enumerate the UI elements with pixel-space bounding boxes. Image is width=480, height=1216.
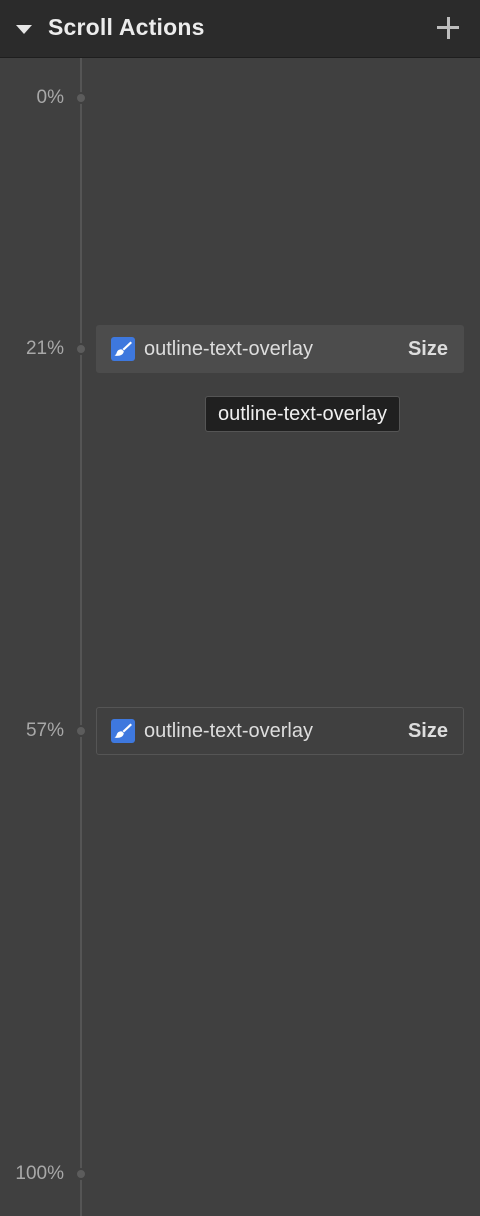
caret-down-icon (16, 25, 32, 34)
timeline-marker-3: 100% (0, 1162, 100, 1186)
scroll-actions-panel: Scroll Actions 0% 21% 57% 100% outline-t… (0, 0, 480, 1216)
marker-dot[interactable] (75, 1168, 87, 1180)
action-checkbox[interactable] (111, 719, 135, 743)
marker-label: 100% (15, 1163, 64, 1184)
panel-title: Scroll Actions (48, 14, 205, 40)
action-name-tooltip: outline-text-overlay (205, 396, 400, 432)
panel-header: Scroll Actions (0, 0, 480, 58)
collapse-toggle[interactable] (12, 18, 36, 40)
action-type-label: Size (407, 338, 448, 360)
timeline-marker-2: 57% (0, 719, 100, 743)
brush-icon (114, 723, 132, 738)
marker-label: 57% (25, 720, 64, 741)
timeline-marker-0: 0% (0, 86, 100, 110)
scroll-timeline: 0% 21% 57% 100% outline-text-overlay Siz… (0, 58, 480, 1216)
scroll-action-row-selected[interactable]: outline-text-overlay Size (96, 325, 464, 373)
marker-label: 0% (36, 87, 64, 108)
marker-dot[interactable] (75, 343, 87, 355)
marker-label: 21% (25, 338, 64, 359)
action-checkbox[interactable] (111, 337, 135, 361)
scroll-action-row[interactable]: outline-text-overlay Size (96, 707, 464, 755)
brush-icon (114, 341, 132, 356)
action-type-label: Size (407, 720, 448, 742)
marker-dot[interactable] (75, 725, 87, 737)
action-name: outline-text-overlay (144, 720, 313, 742)
timeline-marker-1: 21% (0, 337, 100, 361)
timeline-track (80, 58, 82, 1216)
marker-dot[interactable] (75, 92, 87, 104)
action-name: outline-text-overlay (144, 338, 313, 360)
add-scroll-action-button[interactable] (434, 14, 462, 42)
